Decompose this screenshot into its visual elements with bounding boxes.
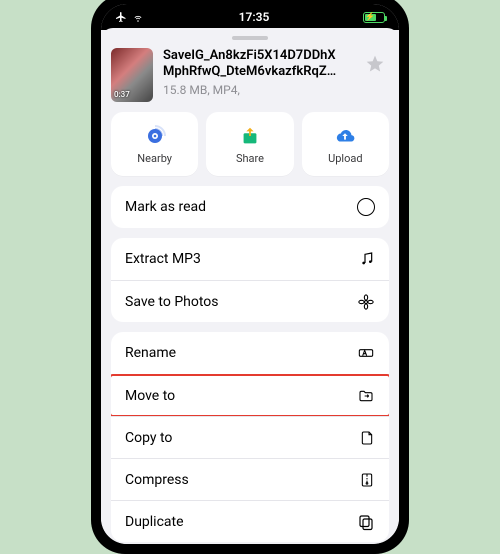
save-to-photos-item[interactable]: Save to Photos bbox=[111, 280, 389, 322]
upload-icon bbox=[332, 124, 358, 148]
move-to-folder-icon bbox=[357, 388, 375, 404]
share-label: Share bbox=[236, 152, 264, 165]
photos-flower-icon bbox=[357, 293, 375, 311]
compress-label: Compress bbox=[125, 472, 189, 488]
file-name: SaveIG_An8kzFi5X14D7DDhX MphRfwQ_DteM6vk… bbox=[163, 48, 351, 81]
duplicate-label: Duplicate bbox=[125, 514, 184, 530]
status-time: 17:35 bbox=[239, 10, 270, 24]
status-right: ⚡ bbox=[363, 12, 385, 23]
extract-mp3-item[interactable]: Extract MP3 bbox=[111, 238, 389, 280]
compress-item[interactable]: Compress bbox=[111, 458, 389, 500]
unread-circle-icon bbox=[357, 198, 375, 216]
primary-actions: Nearby Share Upload bbox=[101, 112, 399, 186]
action-sheet: 0:37 SaveIG_An8kzFi5X14D7DDhX MphRfwQ_Dt… bbox=[101, 28, 399, 544]
nearby-icon bbox=[143, 124, 167, 148]
music-note-icon bbox=[359, 251, 375, 267]
star-icon[interactable] bbox=[365, 54, 385, 74]
list-group-1: Mark as read bbox=[111, 186, 389, 228]
sheet-grabber[interactable] bbox=[232, 36, 268, 40]
airplane-icon bbox=[115, 11, 127, 23]
battery-icon: ⚡ bbox=[363, 12, 385, 23]
mark-as-read-item[interactable]: Mark as read bbox=[111, 186, 389, 228]
move-to-label: Move to bbox=[125, 388, 175, 404]
file-header: 0:37 SaveIG_An8kzFi5X14D7DDhX MphRfwQ_Dt… bbox=[101, 48, 399, 112]
mark-as-read-label: Mark as read bbox=[125, 199, 206, 215]
rename-item[interactable]: Rename bbox=[111, 332, 389, 374]
save-to-photos-label: Save to Photos bbox=[125, 294, 219, 310]
wifi-icon bbox=[131, 11, 145, 23]
list-group-3: Rename Move to Copy to bbox=[111, 332, 389, 542]
copy-to-item[interactable]: Copy to bbox=[111, 416, 389, 458]
nearby-label: Nearby bbox=[137, 152, 172, 165]
extract-mp3-label: Extract MP3 bbox=[125, 251, 201, 267]
file-meta: SaveIG_An8kzFi5X14D7DDhX MphRfwQ_DteM6vk… bbox=[163, 48, 351, 97]
duplicate-item[interactable]: Duplicate bbox=[111, 500, 389, 542]
duplicate-icon bbox=[357, 513, 375, 531]
copy-document-icon bbox=[359, 429, 375, 447]
move-to-item[interactable]: Move to bbox=[111, 374, 389, 416]
upload-label: Upload bbox=[328, 152, 362, 165]
file-thumbnail[interactable]: 0:37 bbox=[111, 48, 153, 102]
rename-icon bbox=[357, 345, 375, 361]
status-bar: 17:35 ⚡ bbox=[101, 4, 399, 30]
nearby-button[interactable]: Nearby bbox=[111, 112, 198, 176]
list-group-2: Extract MP3 Save to Photos bbox=[111, 238, 389, 322]
status-left bbox=[115, 11, 145, 23]
phone-frame: 17:35 ⚡ 0:37 SaveIG_An8kzFi5X14D7DDhX Mp… bbox=[91, 0, 409, 554]
share-button[interactable]: Share bbox=[206, 112, 293, 176]
share-icon bbox=[239, 124, 261, 148]
compress-zip-icon bbox=[359, 471, 375, 489]
upload-button[interactable]: Upload bbox=[302, 112, 389, 176]
file-subtitle: 15.8 MB, MP4, bbox=[163, 83, 351, 97]
screen: 17:35 ⚡ 0:37 SaveIG_An8kzFi5X14D7DDhX Mp… bbox=[101, 4, 399, 544]
copy-to-label: Copy to bbox=[125, 430, 172, 446]
thumbnail-duration: 0:37 bbox=[114, 90, 130, 99]
rename-label: Rename bbox=[125, 345, 176, 361]
